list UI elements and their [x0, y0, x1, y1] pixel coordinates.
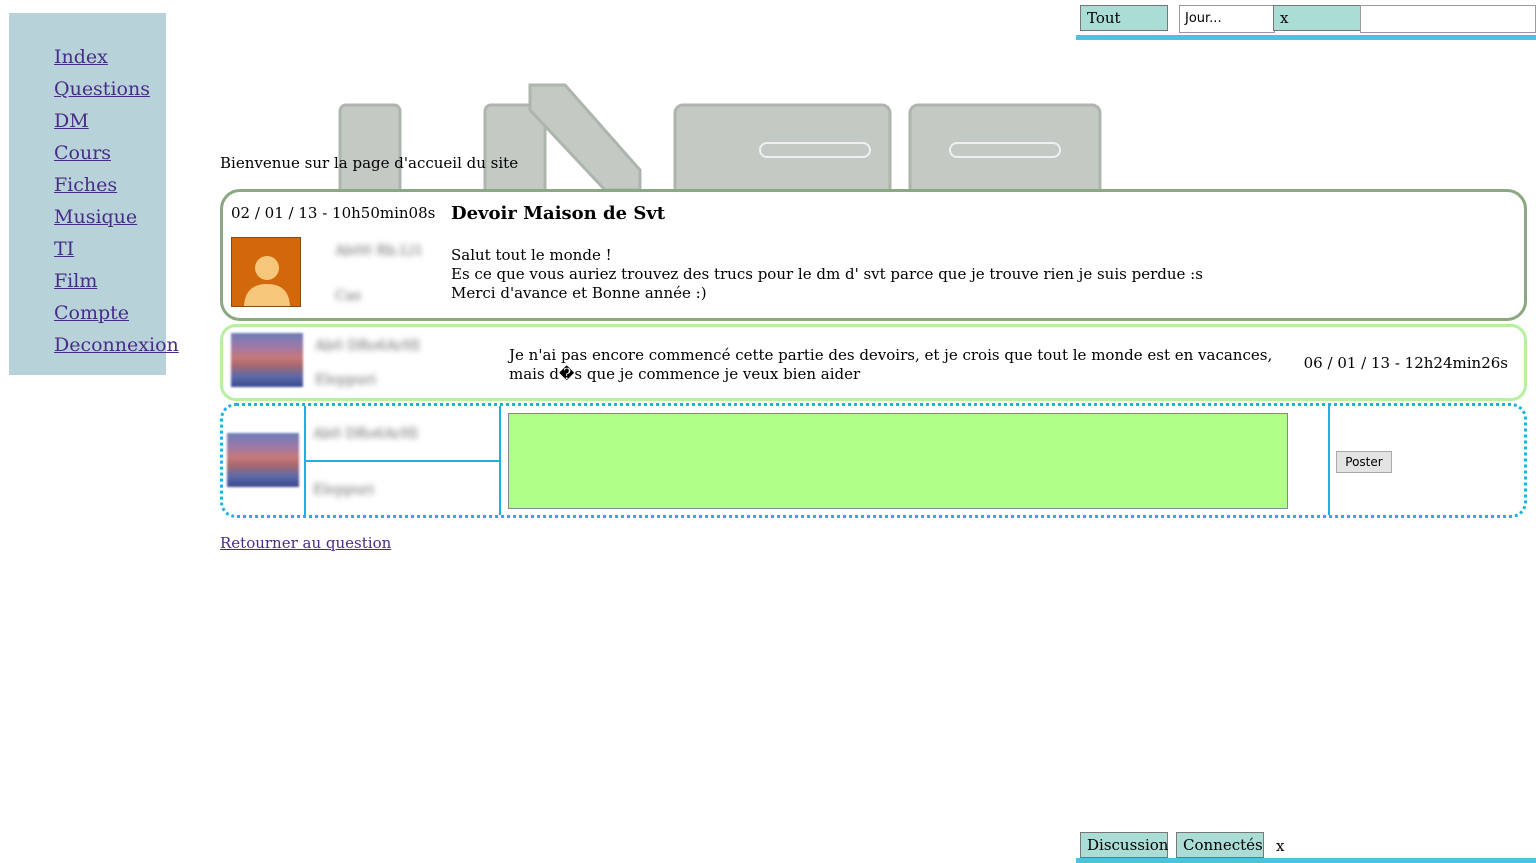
divider — [304, 460, 501, 462]
post-button[interactable]: Poster — [1336, 451, 1392, 473]
author-role: Cas — [335, 288, 362, 304]
sidebar-nav: Index Questions DM Cours Fiches Musique … — [9, 13, 179, 375]
top-chat-bar: Tout Jour... x — [1076, 0, 1536, 40]
sidebar-item-film[interactable]: Film — [54, 270, 97, 292]
sidebar-item-deconnexion[interactable]: Deconnexion — [54, 334, 179, 356]
question-line: Merci d'avance et Bonne année :) — [451, 284, 707, 302]
welcome-text: Bienvenue sur la page d'accueil du site — [220, 154, 519, 172]
sidebar-item-musique[interactable]: Musique — [54, 206, 137, 228]
sidebar-item-questions[interactable]: Questions — [54, 78, 150, 100]
question-body: Salut tout le monde ! Es ce que vous aur… — [451, 246, 1203, 303]
tab-connected[interactable]: Connectés — [1176, 832, 1264, 858]
author-role: Eleppuri — [313, 482, 375, 498]
reply-form: Ab0 DRo6ArHl Eleppuri Poster — [220, 403, 1527, 518]
author-name[interactable]: Ab00 Rb.Ll1 — [335, 243, 423, 259]
back-to-question-link[interactable]: Retourner au question — [220, 534, 391, 552]
divider — [499, 406, 501, 515]
tab-discussion[interactable]: Discussion — [1080, 832, 1168, 858]
author-name[interactable]: Ab0 DRo6ArHl — [315, 338, 420, 354]
close-icon[interactable]: x — [1276, 837, 1284, 855]
reply-textarea[interactable] — [508, 413, 1288, 509]
author-name: Ab0 DRo6ArHl — [313, 426, 419, 442]
divider — [1328, 406, 1330, 515]
bottom-accent-line — [1076, 858, 1536, 863]
author-role: Eleppuri — [315, 372, 377, 388]
avatar[interactable] — [231, 333, 303, 387]
question-line: Es ce que vous auriez trouvez des trucs … — [451, 265, 1203, 283]
sidebar-item-fiches[interactable]: Fiches — [54, 174, 117, 196]
answer-date: 06 / 01 / 13 - 12h24min26s — [1303, 354, 1508, 372]
site-logo — [338, 83, 1102, 190]
question-date: 02 / 01 / 13 - 10h50min08s — [231, 204, 436, 222]
top-accent-line — [1076, 35, 1536, 40]
answer-post: Ab0 DRo6ArHl Eleppuri Je n'ai pas encore… — [220, 324, 1527, 401]
tab-all[interactable]: Tout — [1080, 5, 1168, 31]
avatar[interactable] — [231, 237, 301, 307]
chat-message-field[interactable] — [1360, 5, 1536, 33]
question-title: Devoir Maison de Svt — [451, 203, 666, 224]
bottom-chat-bar: Discussion Connectés x — [1076, 828, 1536, 863]
answer-text: Je n'ai pas encore commencé cette partie… — [509, 346, 1273, 383]
avatar — [227, 433, 299, 487]
chat-search-input[interactable]: Jour... — [1179, 5, 1275, 33]
user-silhouette-icon — [244, 256, 290, 306]
close-icon[interactable]: x — [1280, 9, 1288, 27]
sidebar-item-compte[interactable]: Compte — [54, 302, 129, 324]
sidebar-item-dm[interactable]: DM — [54, 110, 89, 132]
sidebar-item-cours[interactable]: Cours — [54, 142, 111, 164]
sidebar-item-ti[interactable]: TI — [54, 238, 74, 260]
sidebar-item-index[interactable]: Index — [54, 46, 108, 68]
question-post: 02 / 01 / 13 - 10h50min08s Devoir Maison… — [220, 189, 1527, 321]
question-line: Salut tout le monde ! — [451, 246, 612, 264]
